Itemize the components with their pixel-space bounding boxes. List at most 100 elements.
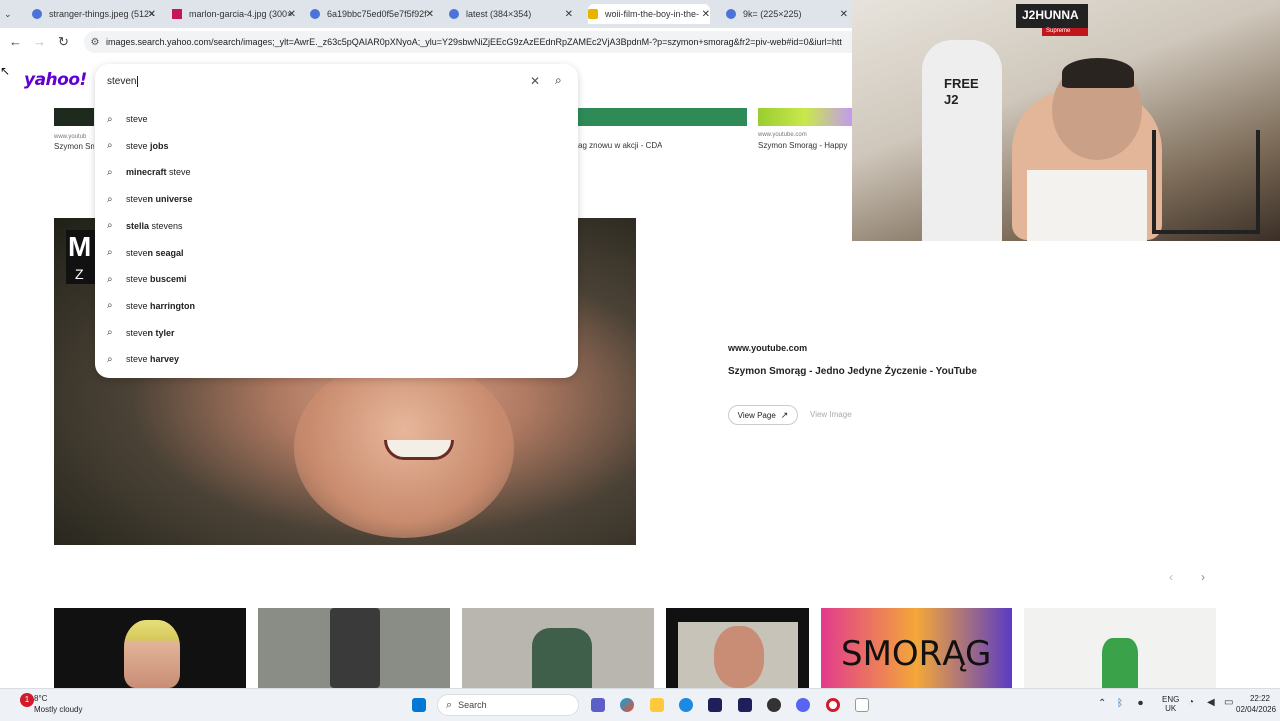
notepad-icon[interactable] <box>855 698 869 712</box>
search-icon: ⌕ <box>107 193 113 205</box>
close-icon[interactable]: ✕ <box>426 9 434 20</box>
tab-title: 9k= (225×225) <box>743 9 802 19</box>
suggestion-label: steve harrington <box>126 300 196 311</box>
image-favicon-icon <box>449 9 459 19</box>
clear-search-icon[interactable]: ✕ <box>530 74 540 88</box>
related-image[interactable] <box>258 608 450 688</box>
yahoo-logo[interactable]: yahoo! <box>24 70 87 90</box>
site-info-icon[interactable]: ⚙ <box>84 32 106 53</box>
address-bar[interactable]: ⚙ images.search.yahoo.com/search/images;_… <box>84 31 852 53</box>
taskbar-search[interactable]: ⌕ Search <box>437 694 579 716</box>
tab-stranger-things[interactable]: stranger-things.jpeg (512× ✕ <box>32 4 156 24</box>
clock[interactable]: 22:22 02/04/2026 <box>1236 694 1277 714</box>
microphone-icon[interactable]: ⏺ <box>1138 698 1143 709</box>
forward-arrow-icon[interactable]: → <box>33 34 46 49</box>
reload-icon[interactable]: ↻ <box>58 34 69 50</box>
premiere-pro-icon[interactable] <box>708 698 722 712</box>
related-image[interactable] <box>462 608 654 688</box>
related-image[interactable] <box>1024 608 1216 688</box>
result-domain: www.youtub <box>54 134 87 140</box>
overlay-letter: M <box>68 231 92 262</box>
suggestion-item[interactable]: ⌕ steven tyler <box>95 320 578 346</box>
battery-icon[interactable]: ▭ <box>1224 697 1233 708</box>
tab-title: marlon-garcia-4.jpg (300× <box>189 9 293 19</box>
suggestion-item[interactable]: ⌕ steve <box>95 106 578 132</box>
search-icon: ⌕ <box>446 698 453 711</box>
suggestion-item[interactable]: ⌕ steve harvey <box>95 346 578 372</box>
suggestion-item[interactable]: ⌕ stella stevens <box>95 213 578 239</box>
search-icon: ⌕ <box>107 113 113 125</box>
overlay-letter: Z <box>75 266 84 282</box>
tab-9k[interactable]: 9k= (225×225) ✕ <box>726 4 848 24</box>
back-arrow-icon[interactable]: ← <box>9 34 22 49</box>
region-code: UK <box>1165 704 1177 713</box>
close-icon[interactable]: ✕ <box>702 9 710 20</box>
weather-desc[interactable]: Mostly cloudy <box>34 705 82 714</box>
star-favicon-icon <box>172 9 182 19</box>
browser-toolbar: ← → ↻ ⚙ images.search.yahoo.com/search/im… <box>0 28 852 56</box>
weather-temp[interactable]: 8°C <box>34 694 47 703</box>
image-source-domain[interactable]: www.youtube.com <box>728 343 807 353</box>
suggestion-item[interactable]: ⌕ steve buscemi <box>95 266 578 292</box>
result-caption[interactable]: Szymon Smorąg - Happy <box>758 141 852 150</box>
volume-icon[interactable]: ◀ <box>1207 697 1215 708</box>
chair-shape: FREE J2 <box>922 40 1002 241</box>
chevron-up-icon[interactable]: ⌃ <box>1098 698 1106 709</box>
related-image[interactable] <box>666 608 809 688</box>
tab-6a19[interactable]: 6a19bbc75ed0f5e7f5f92f ✕ <box>310 4 434 24</box>
suggestion-label: steven seagal <box>126 247 184 258</box>
search-input[interactable]: steven <box>107 76 139 87</box>
wifi-icon[interactable]: ◔ <box>1188 697 1194 708</box>
tab-title: woii-film-the-boy-in-the- <box>605 9 700 19</box>
image-title[interactable]: Szymon Smorąg - Jedno Jedyne Życzenie - … <box>728 366 977 377</box>
copilot-icon[interactable] <box>620 698 634 712</box>
tab-latest[interactable]: latest (384×354) ✕ <box>449 4 573 24</box>
premiere-pro-icon[interactable] <box>738 698 752 712</box>
clock-date: 02/04/2026 <box>1236 705 1277 714</box>
tab-marlon-garcia[interactable]: marlon-garcia-4.jpg (300× ✕ <box>172 4 296 24</box>
carousel-next-icon[interactable]: › <box>1194 570 1212 588</box>
search-icon[interactable]: ⌕ <box>555 73 562 88</box>
close-icon[interactable]: ✕ <box>565 9 573 20</box>
close-icon[interactable]: ✕ <box>288 9 296 20</box>
suggestion-label: steven tyler <box>126 327 175 338</box>
suggestion-label: steve buscemi <box>126 274 187 285</box>
tab-list-chevron-icon[interactable]: ⌄ <box>4 4 20 24</box>
suggestion-item[interactable]: ⌕ steven seagal <box>95 240 578 266</box>
carousel-prev-icon[interactable]: ‹ <box>1162 570 1180 588</box>
result-thumbnail[interactable] <box>758 108 852 126</box>
close-icon[interactable]: ✕ <box>840 9 848 20</box>
suggestion-label: minecraft steve <box>126 167 191 178</box>
suggestion-item[interactable]: ⌕ steven universe <box>95 186 578 212</box>
suggestion-label: steven universe <box>126 194 193 205</box>
search-input-text: steven <box>107 76 137 87</box>
opera-icon[interactable] <box>826 698 840 712</box>
discord-icon[interactable] <box>796 698 810 712</box>
close-icon[interactable]: ✕ <box>148 9 156 20</box>
suggestion-item[interactable]: ⌕ minecraft steve <box>95 159 578 185</box>
view-image-link[interactable]: View Image <box>810 410 852 419</box>
suggestion-item[interactable]: ⌕ steve jobs <box>95 133 578 159</box>
obs-icon[interactable] <box>767 698 781 712</box>
bluetooth-icon[interactable]: ᛒ <box>1117 698 1123 709</box>
overlay-logo: M Z <box>66 230 96 284</box>
language-indicator[interactable]: ENG UK <box>1162 695 1179 713</box>
hair-shape <box>1062 58 1134 88</box>
teams-icon[interactable] <box>591 698 605 712</box>
file-explorer-icon[interactable] <box>650 698 664 712</box>
related-image[interactable] <box>54 608 246 688</box>
related-image[interactable]: SMORĄG <box>821 608 1012 688</box>
tab-woii-film[interactable]: woii-film-the-boy-in-the- ✕ <box>588 4 710 24</box>
view-page-button[interactable]: View Page ↗ <box>728 405 798 425</box>
shirt-shape <box>1027 170 1147 241</box>
result-caption[interactable]: Szymon Sm <box>54 142 94 151</box>
windows-taskbar: 1 8°C Mostly cloudy ⌕ Search ⌃ ᛒ ⏺ ENG U… <box>0 688 1280 721</box>
suggestion-label: steve jobs <box>126 140 169 151</box>
windows-start-icon[interactable] <box>412 698 426 712</box>
result-caption[interactable]: ag znowu w akcji - CDA <box>578 141 662 150</box>
edge-icon[interactable] <box>679 698 693 712</box>
result-thumbnail[interactable] <box>578 108 747 126</box>
suggestion-item[interactable]: ⌕ steve harrington <box>95 293 578 319</box>
poster-text: J2HUNNA <box>1022 8 1079 22</box>
result-thumbnail[interactable] <box>54 108 94 126</box>
